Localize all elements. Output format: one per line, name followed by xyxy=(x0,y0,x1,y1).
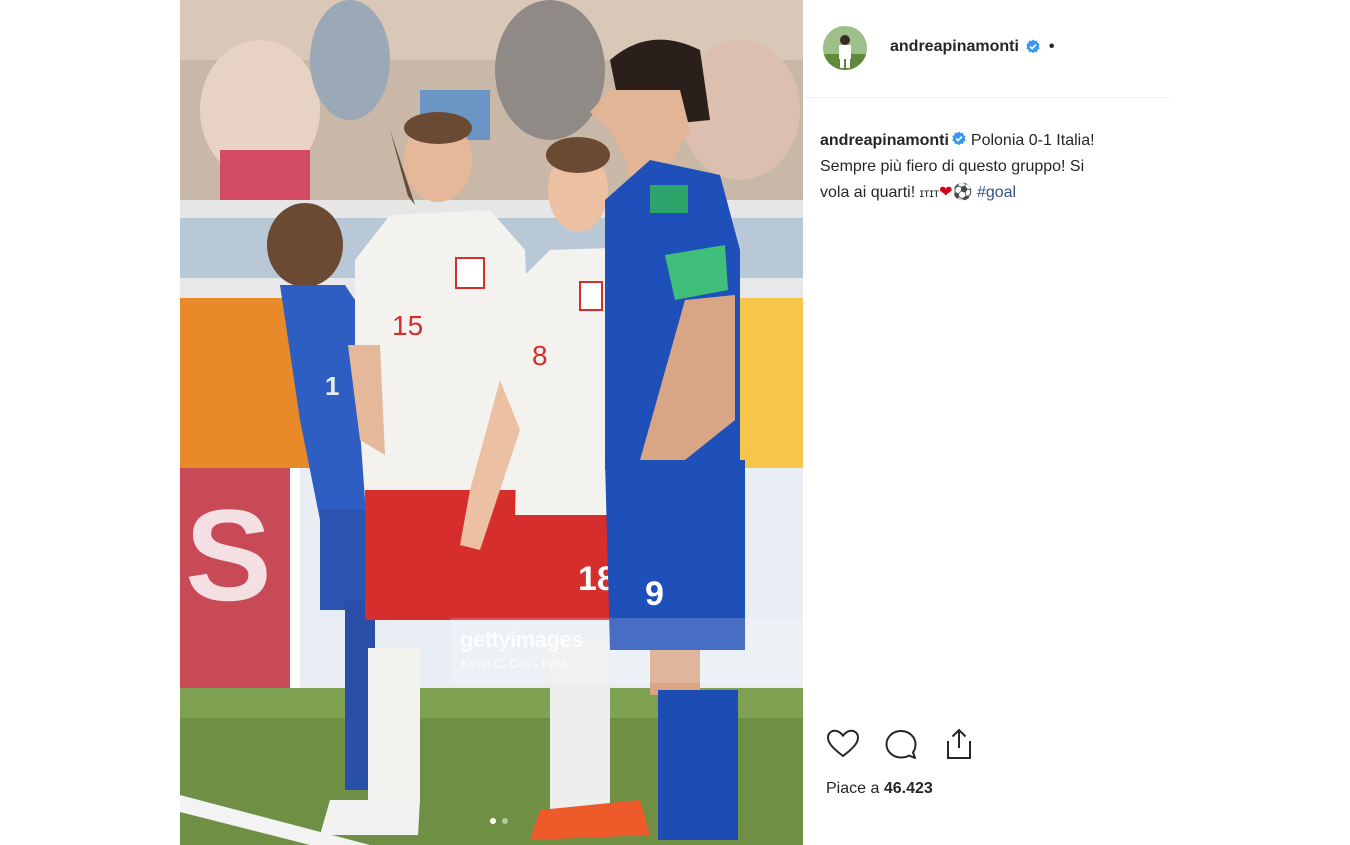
heart-icon[interactable] xyxy=(825,726,861,762)
caption-line-1: Polonia 0-1 Italia! xyxy=(970,132,1095,149)
caption-hashtag[interactable]: #goal xyxy=(977,184,1016,201)
verified-badge-icon xyxy=(1026,39,1040,54)
comment-icon[interactable] xyxy=(883,726,919,762)
ad-board-letters: S xyxy=(185,482,272,628)
caption-flag-emoji: ɪᴛɪᴛ xyxy=(919,186,940,200)
post-photo[interactable]: S 1 15 8 18 9 gettyimages Kevin C. Cox -… xyxy=(180,0,803,845)
getty-watermark-credit: Kevin C. Cox - FIFA xyxy=(461,657,568,671)
caption-username[interactable]: andreapinamonti xyxy=(820,132,949,149)
ad-board-divider xyxy=(290,468,300,688)
caption-line-2: Sempre più fiero di questo gruppo! Si xyxy=(820,158,1085,175)
caption-heart-emoji: ❤ xyxy=(939,184,953,201)
post-side-panel: andreapinamonti • andreapinamonti Poloni… xyxy=(803,0,1170,845)
carousel-dot-active[interactable] xyxy=(490,818,496,824)
jersey-number-poland-left: 15 xyxy=(392,310,423,341)
jersey-number-poland-right-shirt: 8 xyxy=(532,340,548,371)
crowd-blur-3 xyxy=(495,0,605,140)
photo-scene: S 1 15 8 18 9 xyxy=(180,0,803,845)
crowd-red-clothes xyxy=(220,150,310,200)
crowd-blur-2 xyxy=(310,0,390,120)
jersey-number-italy-left: 1 xyxy=(325,371,339,401)
carousel-dot[interactable] xyxy=(502,818,508,824)
avatar-image xyxy=(823,26,867,70)
carousel-dots xyxy=(490,818,508,824)
verified-badge-icon xyxy=(952,131,966,146)
likes-label: Piace a xyxy=(826,780,880,797)
post-header: andreapinamonti • xyxy=(803,0,1170,98)
share-icon[interactable] xyxy=(941,726,977,762)
caption-ball-emoji: ⚽ xyxy=(952,184,973,201)
header-username[interactable]: andreapinamonti xyxy=(890,38,1019,56)
header-separator: • xyxy=(1048,38,1055,55)
caption-line-3: vola ai quarti! xyxy=(820,184,920,201)
likes-number: 46.423 xyxy=(883,780,933,797)
post-actions xyxy=(825,726,977,762)
likes-count[interactable]: Piace a 46.423 xyxy=(826,780,933,798)
post-caption: andreapinamonti Polonia 0-1 Italia! Semp… xyxy=(820,128,1160,206)
header-username-row: andreapinamonti • xyxy=(890,38,1055,56)
getty-watermark-brand: gettyimages xyxy=(460,627,583,652)
jersey-number-main: 9 xyxy=(645,575,664,613)
avatar[interactable] xyxy=(823,26,867,70)
